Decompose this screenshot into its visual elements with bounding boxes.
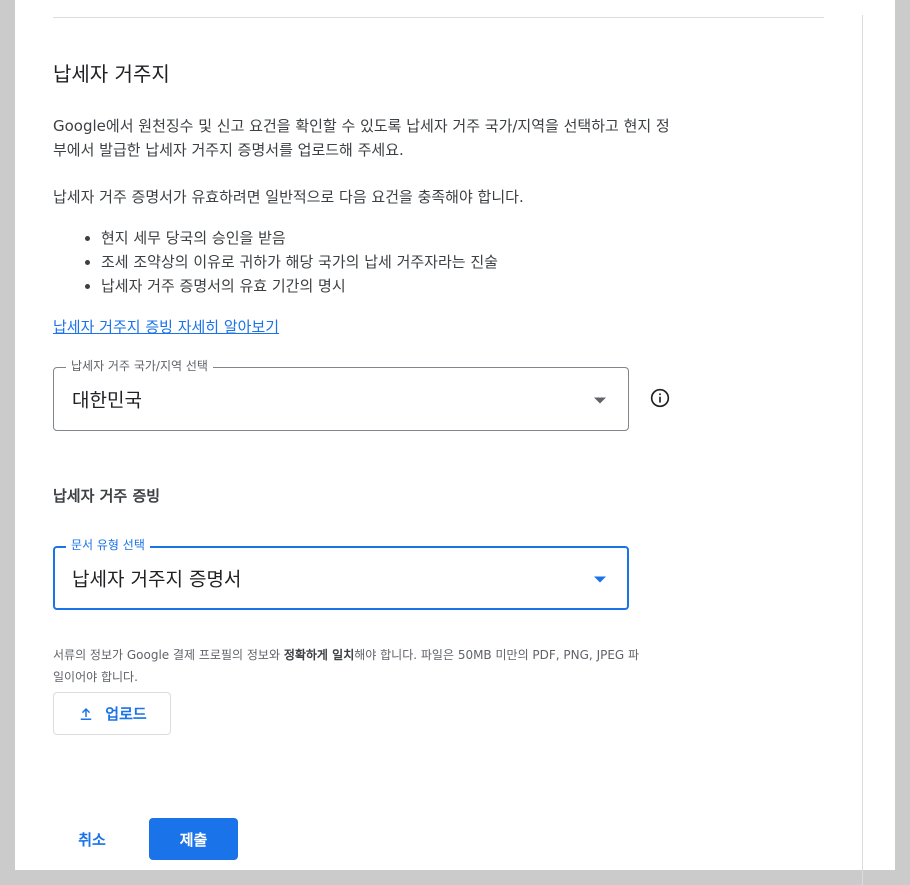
upload-note-text: 서류의 정보가 Google 결제 프로필의 정보와 bbox=[53, 648, 284, 662]
dialog-title: 납세자 거주지 bbox=[53, 62, 170, 86]
requirements-intro: 납세자 거주 증명서가 유효하려면 일반적으로 다음 요건을 충족해야 합니다. bbox=[53, 188, 524, 206]
learn-more-link[interactable]: 납세자 거주지 증빙 자세히 알아보기 bbox=[53, 315, 279, 339]
upload-button[interactable]: 업로드 bbox=[53, 692, 171, 735]
document-type-label: 문서 유형 선택 bbox=[66, 537, 150, 553]
info-icon[interactable] bbox=[650, 388, 670, 408]
requirement-item: 조세 조약상의 이유로 귀하가 해당 국가의 납세 거주자라는 진술 bbox=[101, 250, 498, 274]
country-select[interactable]: 납세자 거주 국가/지역 선택 대한민국 bbox=[53, 358, 629, 431]
requirement-item: 현지 세무 당국의 승인을 받음 bbox=[101, 226, 498, 250]
upload-note-emphasis: 정확하게 일치 bbox=[283, 648, 355, 662]
dialog-description: Google에서 원천징수 및 신고 요건을 확인할 수 있도록 납세자 거주 … bbox=[53, 117, 670, 159]
chevron-down-icon bbox=[594, 576, 606, 583]
country-select-value: 대한민국 bbox=[72, 389, 142, 412]
proof-section-title: 납세자 거주 증빙 bbox=[53, 487, 161, 505]
requirement-item: 납세자 거주 증명서의 유효 기간의 명시 bbox=[101, 274, 498, 298]
country-select-label: 납세자 거주 국가/지역 선택 bbox=[66, 358, 213, 374]
document-type-value: 납세자 거주지 증명서 bbox=[72, 568, 242, 591]
upload-icon bbox=[81, 707, 92, 720]
requirements-list: 현지 세무 당국의 승인을 받음 조세 조약상의 이유로 귀하가 해당 국가의 … bbox=[53, 226, 498, 298]
submit-button[interactable]: 제출 bbox=[149, 818, 238, 860]
upload-note: 서류의 정보가 Google 결제 프로필의 정보와 정확하게 일치해야 합니다… bbox=[53, 644, 643, 688]
document-type-select[interactable]: 문서 유형 선택 납세자 거주지 증명서 bbox=[53, 537, 629, 610]
top-divider bbox=[53, 17, 824, 18]
upload-button-label: 업로드 bbox=[105, 705, 147, 723]
chevron-down-icon bbox=[594, 397, 606, 404]
cancel-button[interactable]: 취소 bbox=[62, 818, 122, 860]
scroll-divider bbox=[862, 15, 863, 885]
